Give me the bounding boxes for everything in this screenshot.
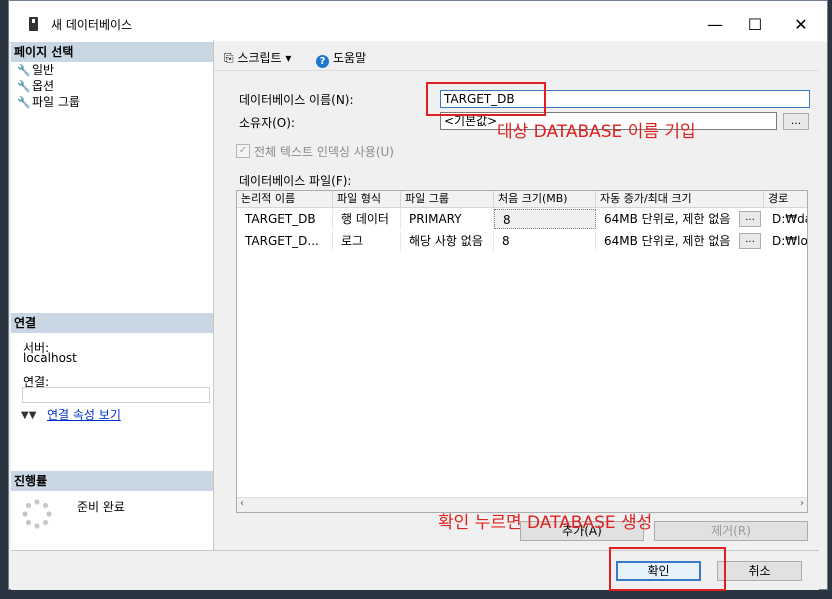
page-item-options[interactable]: 🔧옵션 — [17, 78, 54, 94]
scroll-right-icon[interactable]: › — [800, 498, 804, 509]
server-value: localhost — [23, 351, 77, 365]
page-label: 파일 그룹 — [32, 95, 80, 109]
cell-initial-size[interactable]: 8 — [494, 231, 596, 251]
autogrowth-browse-button[interactable]: ... — [739, 233, 761, 249]
page-item-filegroups[interactable]: 🔧파일 그룹 — [17, 94, 80, 110]
cell-logical-name[interactable]: TARGET_D... — [237, 231, 333, 251]
column-header[interactable]: 처음 크기(MB) — [494, 191, 596, 207]
cell-logical-name[interactable]: TARGET_DB — [237, 209, 333, 229]
db-name-label: 데이터베이스 이름(N): — [239, 93, 354, 107]
toolbar: ⎘ 스크립트 ▾ ? 도움말 — [214, 40, 819, 71]
column-header[interactable]: 논리적 이름 — [237, 191, 333, 207]
db-name-highlight — [426, 82, 546, 116]
db-files-grid: 논리적 이름 파일 형식 파일 그룹 처음 크기(MB) 자동 증가/최대 크기… — [236, 190, 808, 513]
script-icon: ⎘ — [224, 51, 238, 65]
wrench-icon: 🔧 — [17, 96, 31, 109]
column-header[interactable]: 파일 형식 — [333, 191, 401, 207]
owner-browse-button[interactable]: ... — [783, 113, 809, 130]
ok-annotation: 확인 누르면 DATABASE 생성 — [438, 513, 653, 533]
close-button[interactable]: ✕ — [781, 11, 821, 39]
grid-header: 논리적 이름 파일 형식 파일 그룹 처음 크기(MB) 자동 증가/최대 크기… — [237, 191, 807, 208]
cell-file-type[interactable]: 로그 — [333, 231, 401, 251]
help-button[interactable]: ? 도움말 — [316, 49, 366, 68]
cell-file-type[interactable]: 행 데이터 — [333, 209, 401, 229]
page-item-general[interactable]: 🔧일반 — [17, 62, 54, 78]
progress-header: 진행률 — [11, 471, 213, 491]
progress-spinner-icon — [22, 499, 52, 529]
title-bar: 새 데이터베이스 — ☐ ✕ — [9, 1, 827, 41]
scroll-left-icon[interactable]: ‹ — [240, 498, 244, 509]
db-name-annotation: 대상 DATABASE 이름 기입 — [497, 122, 696, 142]
ok-highlight — [609, 547, 726, 591]
owner-label: 소유자(O): — [239, 116, 295, 130]
column-header[interactable]: 파일 그룹 — [401, 191, 494, 207]
fulltext-checkbox[interactable]: ✓ — [236, 144, 250, 158]
wrench-icon: 🔧 — [17, 80, 31, 93]
window-title: 새 데이터베이스 — [51, 18, 133, 32]
view-connection-properties-link[interactable]: 연결 속성 보기 — [47, 406, 121, 423]
page-label: 일반 — [32, 63, 55, 77]
select-page-header: 페이지 선택 — [11, 42, 213, 62]
cell-path[interactable]: D:₩log — [764, 231, 807, 251]
table-row[interactable]: TARGET_D... 로그 해당 사항 없음 8 64MB 단위로, 제한 없… — [237, 230, 807, 252]
maximize-button[interactable]: ☐ — [735, 11, 775, 39]
cell-filegroup[interactable]: 해당 사항 없음 — [401, 231, 494, 251]
cell-autogrowth: 64MB 단위로, 제한 없음 — [604, 212, 731, 226]
cell-path[interactable]: D:₩dat — [764, 209, 807, 229]
progress-status: 준비 완료 — [77, 500, 125, 514]
left-panel: 페이지 선택 🔧일반 🔧옵션 🔧파일 그룹 연결 서버: localhost 연… — [11, 40, 214, 550]
column-header[interactable]: 경로 — [764, 191, 807, 207]
page-label: 옵션 — [32, 79, 55, 93]
script-dropdown[interactable]: ⎘ 스크립트 ▾ — [224, 49, 291, 66]
chevron-down-icon: ▾ — [281, 51, 292, 65]
connection-header: 연결 — [11, 313, 213, 333]
wrench-icon: 🔧 — [17, 64, 31, 77]
help-icon: ? — [316, 55, 329, 68]
minimize-button[interactable]: — — [695, 11, 735, 39]
cell-initial-size[interactable]: 8 — [494, 209, 596, 229]
db-files-label: 데이터베이스 파일(F): — [239, 174, 352, 188]
database-icon — [29, 17, 38, 31]
cancel-button[interactable]: 취소 — [717, 561, 802, 581]
table-row[interactable]: TARGET_DB 행 데이터 PRIMARY 8 64MB 단위로, 제한 없… — [237, 208, 807, 230]
connection-value — [22, 387, 210, 403]
fulltext-label: 전체 텍스트 인덱싱 사용(U) — [254, 145, 394, 159]
connection-properties-icon: ▼▼ — [21, 410, 37, 421]
cell-autogrowth: 64MB 단위로, 제한 없음 — [604, 234, 731, 248]
script-label: 스크립트 — [237, 51, 282, 65]
cell-filegroup[interactable]: PRIMARY — [401, 209, 494, 229]
help-label: 도움말 — [333, 51, 367, 65]
autogrowth-browse-button[interactable]: ... — [739, 211, 761, 227]
column-header[interactable]: 자동 증가/최대 크기 — [596, 191, 764, 207]
remove-button[interactable]: 제거(R) — [654, 521, 808, 541]
